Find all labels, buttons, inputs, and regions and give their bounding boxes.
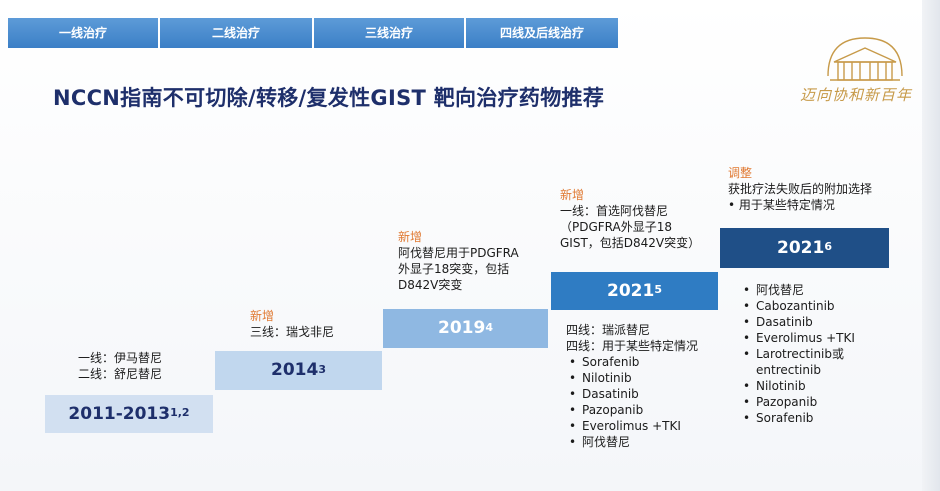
pumc-building-logo-icon [827, 37, 903, 81]
tab-second-line[interactable]: 二线治疗 [160, 18, 312, 48]
list-item: Nilotinib [740, 378, 855, 394]
step-ref: 4 [485, 321, 493, 334]
tab-third-line[interactable]: 三线治疗 [314, 18, 464, 48]
note-2021-b: 调整 获批疗法失败后的附加选择 • 用于某些特定情况 [728, 165, 872, 213]
note-2021-a: 新增 一线：首选阿伐替尼 （PDGFRA外显子18 GIST，包括D842V突变… [560, 187, 700, 251]
list-item: entrectinib [756, 363, 821, 377]
logo-caption: 迈向协和新百年 [800, 86, 913, 104]
step-ref: 6 [824, 240, 832, 253]
step-year: 2021 [607, 281, 655, 301]
note-line: 一线：伊马替尼 [78, 351, 163, 365]
note-line: 二线：舒尼替尼 [78, 367, 163, 381]
note-tag: 调整 [728, 166, 753, 180]
note-line: GIST，包括D842V突变） [560, 236, 701, 250]
list-item: Everolimus +TKI [740, 330, 855, 346]
page-title: NCCN指南不可切除/转移/复发性GIST 靶向治疗药物推荐 [53, 86, 605, 110]
step-year: 2014 [271, 360, 319, 380]
note-line: • 用于某些特定情况 [728, 198, 835, 212]
timeline-step-2021-a: 20215 [551, 272, 718, 310]
list-item: Nilotinib [566, 370, 698, 386]
tab-label: 三线治疗 [364, 26, 413, 40]
timeline-step-2019: 20194 [383, 309, 548, 348]
note-line: 外显子18突变，包括 [398, 262, 510, 276]
note-line: D842V突变 [398, 278, 463, 292]
list-item: Larotrectinib或 [740, 346, 855, 362]
list-item: Sorafenib [740, 410, 855, 426]
note-line: 三线：瑞戈非尼 [250, 325, 335, 339]
step-year: 2021 [777, 238, 825, 258]
note-2011-2013: 一线：伊马替尼 二线：舒尼替尼 [78, 350, 162, 382]
list-item: 阿伐替尼 [566, 434, 698, 450]
note-tag: 新增 [398, 230, 423, 244]
timeline-step-2011-2013: 2011-20131,2 [45, 395, 213, 433]
tab-label: 二线治疗 [211, 26, 260, 40]
list-item: 阿伐替尼 [740, 282, 855, 298]
note-tag: 新增 [250, 309, 275, 323]
step-year: 2011-2013 [68, 404, 171, 424]
tab-fourth-line[interactable]: 四线及后线治疗 [466, 18, 618, 48]
drug-list: Sorafenib Nilotinib Dasatinib Pazopanib … [566, 354, 698, 450]
tab-label: 一线治疗 [58, 26, 107, 40]
list-item: Cabozantinib [740, 298, 855, 314]
note-2014: 新增 三线：瑞戈非尼 [250, 308, 334, 340]
step-ref: 5 [654, 283, 662, 296]
step-ref: 3 [318, 363, 326, 376]
list-item: Sorafenib [566, 354, 698, 370]
note-2019: 新增 阿伐替尼用于PDGFRA 外显子18突变，包括 D842V突变 [398, 229, 519, 293]
list-2021-a: 四线：瑞派替尼 四线：用于某些特定情况 Sorafenib Nilotinib … [566, 322, 698, 450]
step-ref: 1,2 [170, 406, 190, 419]
note-line: 四线：用于某些特定情况 [566, 339, 699, 353]
list-2021-b: 阿伐替尼 Cabozantinib Dasatinib Everolimus +… [740, 282, 855, 426]
note-line: （PDGFRA外显子18 [560, 220, 673, 234]
window-edge [922, 0, 940, 491]
timeline-step-2014: 20143 [215, 351, 382, 390]
step-year: 2019 [438, 318, 486, 338]
note-line: 获批疗法失败后的附加选择 [728, 182, 873, 196]
treatment-tabs: 一线治疗 二线治疗 三线治疗 四线及后线治疗 [8, 18, 618, 48]
timeline-step-2021-b: 20216 [720, 228, 889, 268]
drug-list: 阿伐替尼 Cabozantinib Dasatinib Everolimus +… [740, 282, 855, 426]
tab-first-line[interactable]: 一线治疗 [8, 18, 158, 48]
list-item: Pazopanib [566, 402, 698, 418]
list-item: Pazopanib [740, 394, 855, 410]
note-line: 阿伐替尼用于PDGFRA [398, 246, 519, 260]
note-line: 一线：首选阿伐替尼 [560, 204, 669, 218]
list-item: Everolimus +TKI [566, 418, 698, 434]
note-line: 四线：瑞派替尼 [566, 323, 651, 337]
tab-label: 四线及后线治疗 [499, 26, 584, 40]
list-item: Dasatinib [740, 314, 855, 330]
list-item: Dasatinib [566, 386, 698, 402]
note-tag: 新增 [560, 188, 585, 202]
